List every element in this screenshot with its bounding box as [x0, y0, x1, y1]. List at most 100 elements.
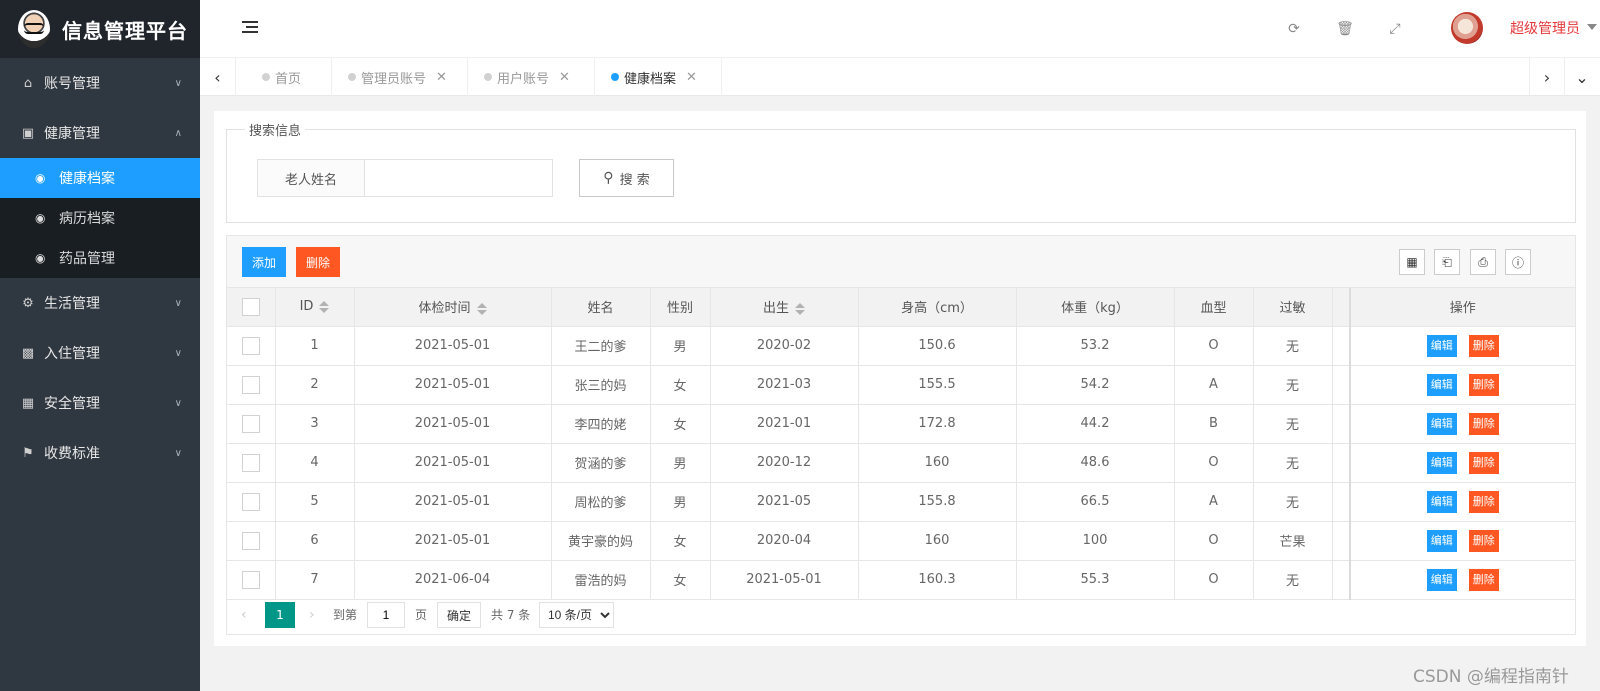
delete-button[interactable]: 删除 [1468, 529, 1499, 552]
blood-type-cell: B [1174, 404, 1254, 444]
select-all-cell[interactable] [227, 288, 276, 327]
select-all-checkbox[interactable] [241, 297, 260, 316]
delete-button[interactable]: 删除 [1468, 490, 1499, 513]
row-select-cell[interactable] [227, 443, 276, 483]
fullscreen-icon[interactable]: ⤢ [1384, 18, 1406, 40]
edit-button[interactable]: 编辑 [1426, 529, 1457, 552]
allergy-cell: 芒果 [1253, 521, 1333, 561]
search-button[interactable]: ⚲ 搜 索 [579, 159, 674, 197]
close-icon[interactable]: ✕ [559, 70, 570, 85]
column-header-id[interactable]: ID [275, 288, 355, 327]
chevron-down-icon: ∨ [174, 447, 182, 459]
row-checkbox[interactable] [241, 336, 260, 355]
batch-delete-button[interactable]: 删除 [296, 247, 340, 277]
goto-page-input[interactable] [367, 602, 405, 628]
print-icon[interactable]: ⎙ [1470, 249, 1496, 275]
name-cell: 贺涵的爹 [551, 443, 651, 483]
close-icon[interactable]: ✕ [436, 70, 447, 85]
sidebar-item-fees[interactable]: ⚑ 收费标准 ∨ [0, 428, 200, 478]
avatar[interactable] [1451, 12, 1483, 44]
tab-health-records[interactable]: 健康档案 ✕ [595, 58, 722, 96]
sort-icon[interactable] [795, 302, 805, 315]
sort-icon[interactable] [476, 302, 487, 315]
name-cell: 黄宇豪的妈 [551, 521, 651, 561]
caret-down-icon[interactable] [1587, 24, 1597, 30]
sidebar-item-health[interactable]: ▣ 健康管理 ∧ [0, 108, 200, 158]
gender-cell: 男 [650, 482, 711, 522]
row-checkbox[interactable] [241, 414, 260, 433]
chevron-down-icon: ∨ [174, 297, 182, 309]
sidebar-item-checkin[interactable]: ▩ 入住管理 ∨ [0, 328, 200, 378]
delete-button[interactable]: 删除 [1468, 412, 1499, 435]
tabs-menu-button[interactable]: ⌄ [1564, 58, 1600, 96]
tab-admin-accounts[interactable]: 管理员账号 ✕ [332, 58, 468, 96]
sidebar-item-account[interactable]: ⌂ 账号管理 ∨ [0, 58, 200, 108]
tab-user-accounts[interactable]: 用户账号 ✕ [468, 58, 595, 96]
sort-icon[interactable] [319, 300, 330, 313]
page-size-select[interactable]: 10 条/页 [539, 602, 614, 628]
row-select-cell[interactable] [227, 404, 276, 444]
table-row: 3 2021-05-01 李四的姥女 2021-01 172.8 44.2 B 无编辑 删除 [227, 404, 1576, 444]
edit-button[interactable]: 编辑 [1426, 490, 1457, 513]
goto-confirm-button[interactable]: 确定 [437, 602, 482, 628]
edit-button[interactable]: 编辑 [1426, 373, 1457, 396]
row-select-cell[interactable] [227, 521, 276, 561]
column-header-actions: 操作 [1349, 288, 1576, 327]
sidebar-subitem-health-records[interactable]: ◉ 健康档案 [0, 158, 200, 198]
file-icon: ▩ [21, 345, 35, 361]
menu-toggle-icon[interactable] [242, 21, 258, 35]
prev-page-icon[interactable]: ‹ [241, 602, 247, 628]
close-icon[interactable]: ✕ [686, 70, 697, 85]
spacer-cell [1332, 482, 1351, 522]
tab-label: 用户账号 [497, 71, 550, 87]
row-checkbox[interactable] [241, 375, 260, 394]
row-checkbox[interactable] [241, 492, 260, 511]
add-button[interactable]: 添加 [242, 247, 286, 277]
content-panel: 搜索信息 老人姓名 ⚲ 搜 索 添加 删除 ▦ ⎗ ⎙ ⓘ ID 体检时间 姓名… [214, 111, 1586, 646]
delete-button[interactable]: 删除 [1468, 373, 1499, 396]
search-icon: ⚲ [603, 170, 614, 186]
delete-button[interactable]: 删除 [1468, 568, 1499, 591]
table-body: 1 2021-05-01 王二的爹男 2020-02 150.6 53.2 O 无编辑 删除 2 2… [227, 326, 1576, 600]
column-header-exam-date[interactable]: 体检时间 [354, 288, 552, 327]
tab-label: 首页 [275, 71, 302, 87]
delete-button[interactable]: 删除 [1468, 451, 1499, 474]
column-header-birth[interactable]: 出生 [710, 288, 859, 327]
blood-type-cell: O [1174, 326, 1254, 366]
row-select-cell[interactable] [227, 482, 276, 522]
tabs-scroll-right-button[interactable]: › [1529, 58, 1565, 96]
row-select-cell[interactable] [227, 326, 276, 366]
sidebar-subitem-medical-records[interactable]: ◉ 病历档案 [0, 198, 200, 238]
row-checkbox[interactable] [241, 531, 260, 550]
sidebar-subitem-medicine[interactable]: ◉ 药品管理 [0, 238, 200, 278]
edit-button[interactable]: 编辑 [1426, 451, 1457, 474]
info-icon[interactable]: ⓘ [1505, 249, 1531, 275]
tab-home[interactable]: 首页 [236, 58, 332, 96]
next-page-icon[interactable]: › [309, 602, 315, 628]
page-number-current[interactable]: 1 [265, 602, 295, 628]
blood-type-cell: A [1174, 365, 1254, 405]
admin-name[interactable]: 超级管理员 [1510, 18, 1580, 38]
elder-name-input[interactable] [364, 159, 553, 197]
sidebar-item-security[interactable]: ▦ 安全管理 ∨ [0, 378, 200, 428]
sidebar-item-life[interactable]: ⚙ 生活管理 ∨ [0, 278, 200, 328]
tab-dot-icon [262, 73, 270, 81]
row-checkbox[interactable] [241, 570, 260, 589]
row-select-cell[interactable] [227, 365, 276, 405]
delete-button[interactable]: 删除 [1468, 334, 1499, 357]
refresh-icon[interactable]: ⟳ [1283, 18, 1305, 40]
table-toolbar: 添加 删除 ▦ ⎗ ⎙ ⓘ [227, 236, 1575, 288]
trash-icon[interactable]: 🗑 [1334, 18, 1356, 40]
tabs-scroll-left-button[interactable]: ‹ [200, 58, 236, 96]
chevron-down-icon: ⌄ [1575, 67, 1589, 87]
columns-filter-icon[interactable]: ▦ [1399, 249, 1425, 275]
chevron-down-icon: ∨ [174, 397, 182, 409]
edit-button[interactable]: 编辑 [1426, 568, 1457, 591]
edit-button[interactable]: 编辑 [1426, 412, 1457, 435]
row-checkbox[interactable] [241, 453, 260, 472]
page-suffix-label: 页 [415, 608, 428, 622]
export-icon[interactable]: ⎗ [1434, 249, 1460, 275]
edit-button[interactable]: 编辑 [1426, 334, 1457, 357]
logo-avatar-icon [18, 10, 50, 48]
dashboard-icon: ◉ [35, 171, 46, 185]
